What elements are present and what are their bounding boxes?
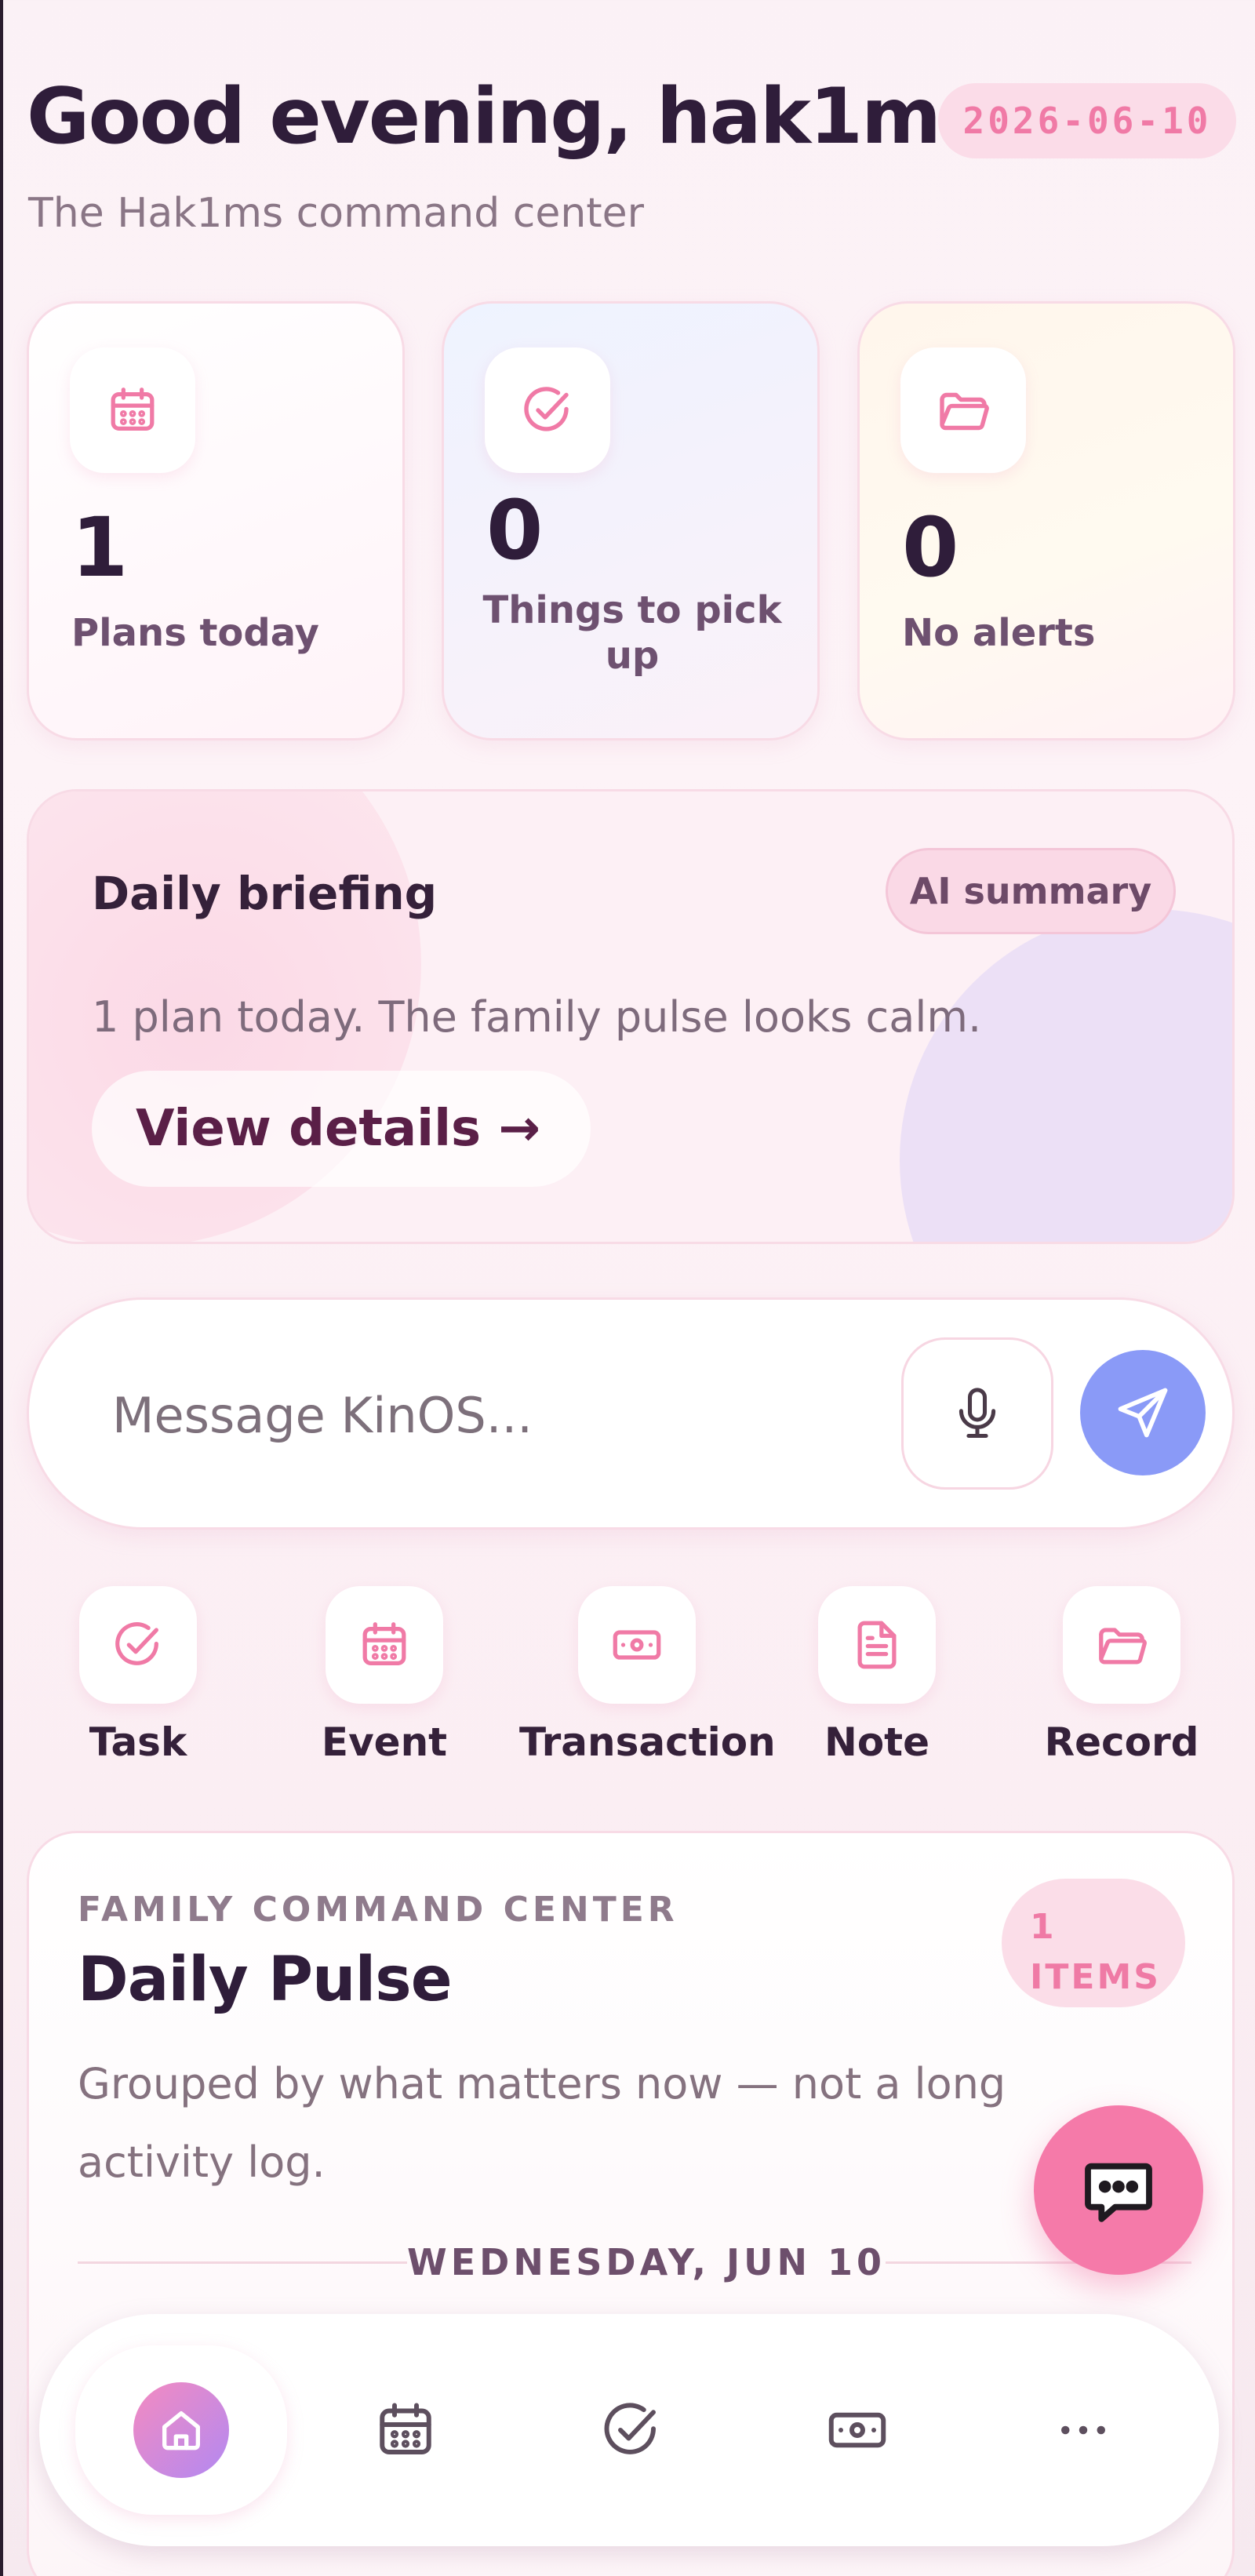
microphone-icon xyxy=(959,1388,996,1439)
items-unit: ITEMS xyxy=(1030,1957,1161,1997)
folder-icon xyxy=(1063,1586,1180,1704)
pulse-description: Grouped by what matters now — not a long… xyxy=(78,2059,1006,2187)
chat-button[interactable] xyxy=(1034,2105,1203,2275)
quick-action-task[interactable]: Task xyxy=(20,1586,256,1765)
nav-tasks[interactable] xyxy=(526,2345,737,2515)
stat-value: 1 xyxy=(71,500,129,595)
quick-action-event[interactable]: Event xyxy=(267,1586,502,1765)
date-badge: 2026-06-10 xyxy=(938,83,1236,158)
send-button[interactable] xyxy=(1080,1350,1206,1475)
stat-label: No alerts xyxy=(902,611,1096,655)
briefing-text: 1 plan today. The family pulse looks cal… xyxy=(92,992,982,1042)
calendar-icon xyxy=(326,1586,443,1704)
stat-label: Things to pick up xyxy=(482,588,782,678)
message-composer xyxy=(27,1297,1235,1530)
bottom-nav xyxy=(39,2314,1219,2546)
send-icon xyxy=(1118,1388,1168,1438)
stat-card-pickups[interactable]: 0 Things to pick up xyxy=(442,301,820,740)
money-icon xyxy=(828,2412,886,2448)
window-edge xyxy=(0,0,3,2576)
check-circle-icon xyxy=(485,347,610,473)
quick-action-label: Event xyxy=(321,1719,448,1765)
greeting-subtitle: The Hak1ms command center xyxy=(28,190,645,237)
message-input[interactable] xyxy=(112,1364,842,1466)
pulse-overline: FAMILY COMMAND CENTER xyxy=(78,1890,678,1930)
pulse-title: Daily Pulse xyxy=(78,1945,453,2015)
stat-value: 0 xyxy=(486,482,544,578)
quick-action-note[interactable]: Note xyxy=(759,1586,995,1765)
items-count-badge: 1 ITEMS xyxy=(1002,1879,1185,2007)
quick-action-record[interactable]: Record xyxy=(1004,1586,1239,1765)
calendar-icon xyxy=(70,347,195,473)
check-circle-icon xyxy=(79,1586,197,1704)
greeting-title: Good evening, hak1m xyxy=(27,72,941,162)
view-details-button[interactable]: View details → xyxy=(92,1071,591,1187)
stat-label: Plans today xyxy=(71,611,319,655)
briefing-title: Daily briefing xyxy=(92,867,438,920)
items-count: 1 xyxy=(1030,1907,1057,1947)
quick-action-label: Record xyxy=(1044,1719,1199,1765)
stat-value: 0 xyxy=(902,500,959,595)
document-icon xyxy=(818,1586,936,1704)
nav-home[interactable] xyxy=(75,2345,287,2515)
nav-more[interactable] xyxy=(977,2345,1189,2515)
stat-card-plans[interactable]: 1 Plans today xyxy=(27,301,405,740)
daily-briefing-card: Daily briefing AI summary 1 plan today. … xyxy=(27,789,1235,1244)
nav-finance[interactable] xyxy=(751,2345,963,2515)
quick-action-label: Task xyxy=(89,1719,187,1765)
money-icon xyxy=(578,1586,696,1704)
stat-card-alerts[interactable]: 0 No alerts xyxy=(857,301,1235,740)
day-heading: WEDNESDAY, JUN 10 xyxy=(407,2241,886,2283)
chat-bubble-icon xyxy=(1085,2163,1152,2222)
microphone-button[interactable] xyxy=(901,1337,1053,1490)
ai-summary-badge: AI summary xyxy=(886,848,1176,934)
decor-blob xyxy=(900,909,1232,1242)
divider xyxy=(78,2261,407,2264)
quick-action-transaction[interactable]: Transaction xyxy=(519,1586,776,1765)
nav-calendar[interactable] xyxy=(300,2345,511,2515)
home-icon xyxy=(133,2382,229,2478)
check-circle-icon xyxy=(604,2403,656,2454)
more-icon xyxy=(1061,2425,1105,2435)
quick-action-label: Note xyxy=(824,1719,929,1765)
folder-icon xyxy=(900,347,1026,473)
quick-action-label: Transaction xyxy=(519,1719,776,1765)
calendar-icon xyxy=(380,2403,431,2454)
